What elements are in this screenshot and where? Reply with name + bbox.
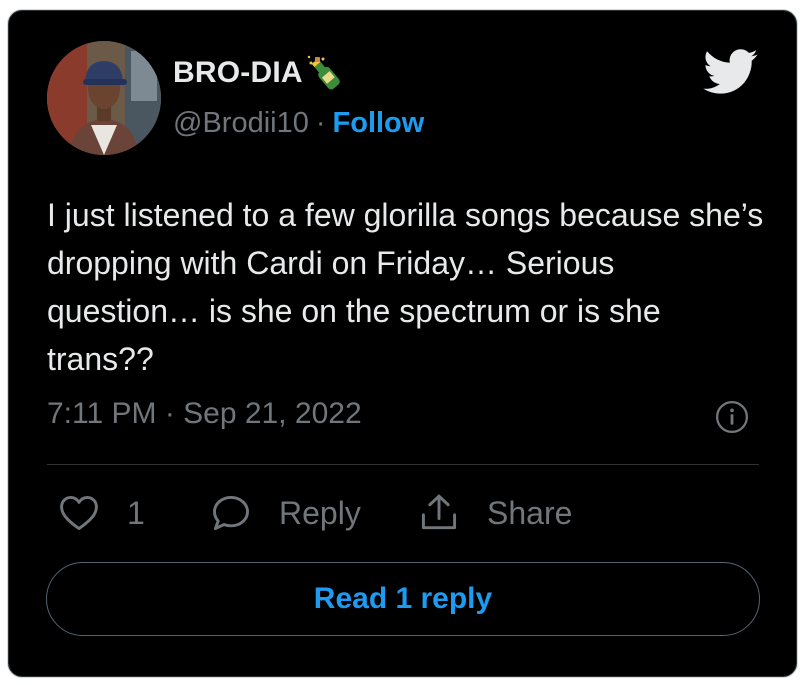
share-label: Share <box>487 494 573 531</box>
handle-row: @Brodii10 · Follow <box>173 107 424 140</box>
info-icon[interactable] <box>715 400 749 434</box>
share-icon <box>421 494 457 530</box>
like-count: 1 <box>127 494 145 531</box>
separator-dot: · <box>315 107 326 139</box>
reply-label: Reply <box>279 494 361 531</box>
avatar-photo <box>47 41 161 155</box>
tweet-timestamp[interactable]: 7:11 PM · Sep 21, 2022 <box>47 397 362 431</box>
follow-button[interactable]: Follow <box>333 107 425 140</box>
twitter-bird-icon[interactable] <box>703 49 759 95</box>
reply-button[interactable]: Reply <box>209 491 361 535</box>
name-row: BRO-DIA <box>173 55 345 91</box>
reply-bubble-icon <box>213 495 249 531</box>
tweet-text: I just listened to a few glorilla songs … <box>47 197 764 377</box>
share-button[interactable]: Share <box>417 491 572 535</box>
avatar[interactable] <box>47 41 161 155</box>
read-replies-button[interactable]: Read 1 reply <box>46 562 760 636</box>
tweet-card: BRO-DIA @Brodii10 · Follow I just listen… <box>8 10 797 677</box>
bottle-with-popping-cork-icon <box>307 55 340 90</box>
divider <box>47 464 759 465</box>
user-handle[interactable]: @Brodii10 <box>173 107 309 140</box>
display-name[interactable]: BRO-DIA <box>173 56 303 90</box>
like-button[interactable]: 1 <box>57 491 145 535</box>
action-bar: 1 Reply Share <box>47 491 767 541</box>
heart-icon <box>60 495 98 531</box>
